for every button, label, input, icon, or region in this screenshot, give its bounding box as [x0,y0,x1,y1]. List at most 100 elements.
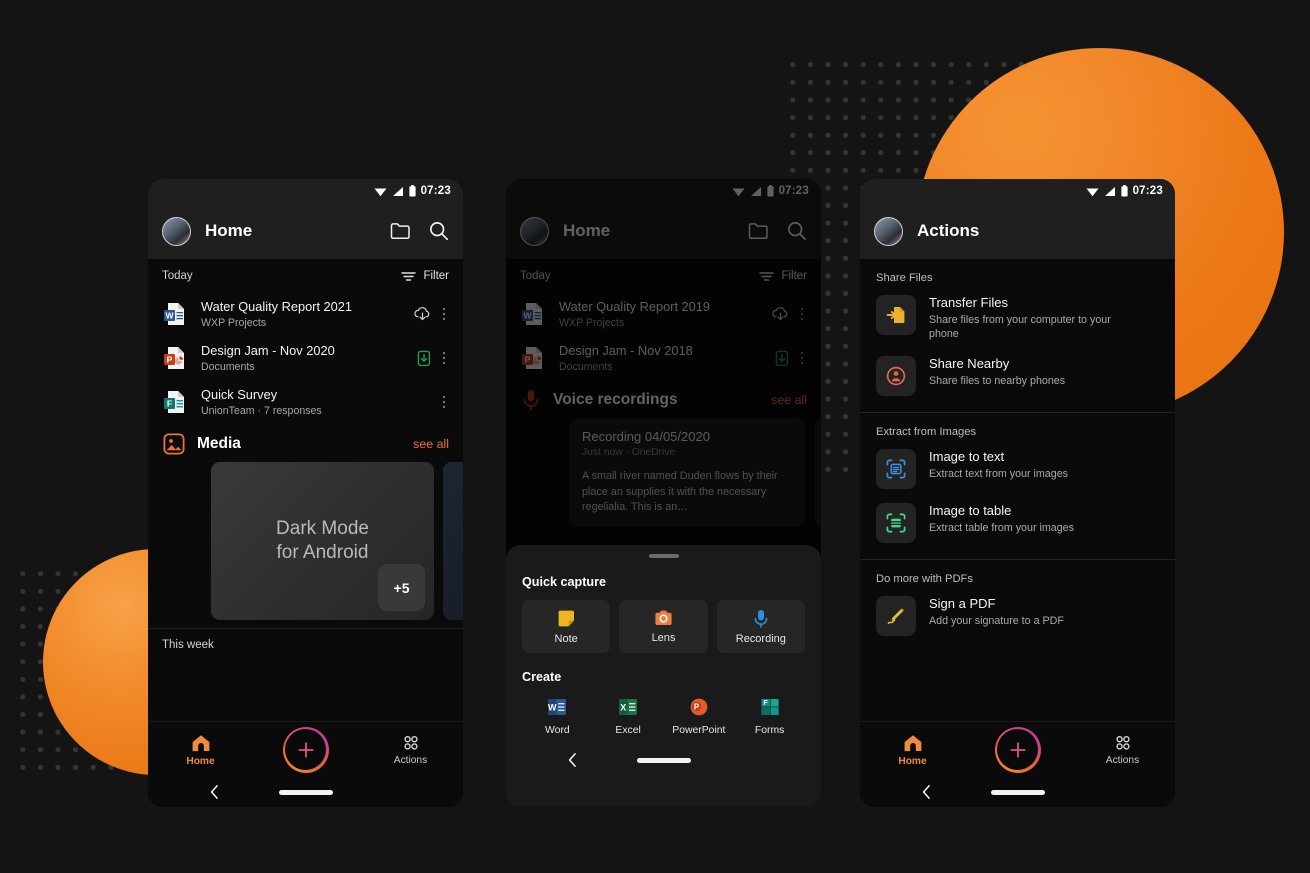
folder-icon[interactable] [748,222,769,240]
wifi-icon [1086,188,1099,196]
action-sign-a-pdf[interactable]: Sign a PDF Add your signature to a PDF [860,589,1175,643]
quick-capture-recording-label: Recording [735,632,786,645]
create-powerpoint-button[interactable]: P PowerPoint [664,695,735,736]
file-subtitle: UnionTeam · 7 responses [201,404,322,417]
nav-tab-home[interactable]: Home [860,733,965,767]
group-label-do-more-with-pdfs: Do more with PDFs [876,572,973,585]
back-chevron-icon[interactable] [568,753,577,768]
file-title: Quick Survey [201,387,278,402]
create-excel-button[interactable]: X Excel [593,695,664,736]
home-icon [904,734,921,751]
more-options-icon[interactable] [795,308,809,320]
media-see-all-link[interactable]: see all [413,437,449,451]
group-label-share-files: Share Files [876,272,933,284]
more-options-icon[interactable] [795,352,809,364]
nav-label-actions: Actions [393,754,428,766]
action-subtitle: Share files to nearby phones [929,374,1066,387]
available-offline-icon[interactable] [774,350,790,367]
phone-home-screen: 07:23 Home Today Filter W Water Quality … [148,179,463,807]
media-tile[interactable]: Dark Mode for Android +5 [211,462,434,620]
file-title: Design Jam - Nov 2018 [559,343,693,358]
nav-tab-home[interactable]: Home [148,733,253,767]
actions-grid-icon [1115,735,1130,750]
camera-lens-icon [655,610,672,625]
avatar[interactable] [874,216,903,246]
action-transfer-files[interactable]: Transfer Files Share files from your com… [860,288,1175,349]
filter-button[interactable]: Filter [759,270,807,282]
voice-carousel[interactable]: Recording 04/05/2020 Just now · OneDrive… [506,418,821,527]
battery-icon [408,185,416,197]
create-fab-button[interactable] [994,726,1041,773]
voice-card[interactable]: Recording 04/05/2020 Just now · OneDrive… [815,418,821,527]
media-tile[interactable] [443,462,463,620]
create-row: W Word X Excel P PowerPoint F Forms [522,695,805,736]
home-pill[interactable] [278,789,333,795]
nav-tab-actions[interactable]: Actions [1070,734,1175,766]
filter-label: Filter [423,270,449,282]
media-overflow-badge[interactable]: +5 [378,564,425,611]
status-bar: 07:23 [506,179,821,203]
back-chevron-icon[interactable] [210,785,219,800]
home-content: Today Filter W Water Quality Report 2021… [148,259,463,807]
nav-tab-actions[interactable]: Actions [358,734,463,766]
available-offline-icon[interactable] [416,350,432,367]
back-chevron-icon[interactable] [922,785,931,800]
list-item[interactable]: P Design Jam - Nov 2018 Documents [506,336,821,380]
file-subtitle: WXP Projects [201,316,267,329]
quick-capture-note-button[interactable]: Note [522,600,611,653]
cloud-download-icon[interactable] [771,306,790,322]
media-image-icon [163,433,185,455]
avatar[interactable] [520,216,549,246]
cloud-download-icon[interactable] [413,306,432,322]
word-file-icon: W [164,303,184,325]
status-time: 07:23 [778,185,809,197]
more-options-icon[interactable] [437,352,451,364]
svg-text:P: P [167,355,173,365]
search-icon[interactable] [429,221,449,241]
action-subtitle: Extract text from your images [929,467,1068,480]
voice-title: Voice recordings [553,391,678,408]
action-title: Image to table [929,502,1012,518]
action-image-to-table[interactable]: Image to table Extract table from your i… [860,496,1175,550]
voice-section-header: Voice recordings see all [506,380,821,418]
more-options-icon[interactable] [437,396,451,408]
avatar[interactable] [162,216,191,246]
filter-icon [401,271,417,281]
create-powerpoint-label: PowerPoint [672,725,726,736]
app-bar: Actions [860,203,1175,259]
list-item[interactable]: F Quick Survey UnionTeam · 7 responses [148,380,463,424]
forms-app-icon: F [761,698,779,715]
microphone-icon [523,390,539,411]
create-fab-button[interactable] [282,726,329,773]
media-carousel[interactable]: Dark Mode for Android +5 [148,462,463,620]
signal-icon [1104,186,1115,196]
section-label: Today [520,270,551,282]
bottom-navigation: Home Actions [860,721,1175,807]
list-item[interactable]: P Design Jam - Nov 2020 Documents [148,336,463,380]
folder-icon[interactable] [390,222,411,240]
more-options-icon[interactable] [437,308,451,320]
powerpoint-file-icon: P [164,347,184,369]
file-subtitle: Documents [201,360,255,373]
voice-see-all-link[interactable]: see all [771,393,807,407]
search-icon[interactable] [787,221,807,241]
quick-capture-lens-button[interactable]: Lens [619,600,708,653]
voice-card[interactable]: Recording 04/05/2020 Just now · OneDrive… [569,418,805,527]
list-item[interactable]: W Water Quality Report 2021 WXP Projects [148,292,463,336]
quick-capture-note-label: Note [554,632,578,645]
image-to-text-icon [876,448,916,489]
sheet-drag-handle[interactable] [648,554,679,558]
home-pill[interactable] [636,757,691,763]
media-caption-line2: for Android [276,542,369,563]
filter-button[interactable]: Filter [401,270,449,282]
home-pill[interactable] [990,789,1045,795]
create-forms-button[interactable]: F Forms [734,695,805,736]
excel-app-icon: X [619,699,638,715]
action-image-to-text[interactable]: Image to text Extract text from your ima… [860,442,1175,496]
actions-grid-icon [403,735,418,750]
create-word-button[interactable]: W Word [522,695,593,736]
voice-card-body: A small river named Duden flows by their… [582,470,778,514]
quick-capture-recording-button[interactable]: Recording [716,600,805,653]
list-item[interactable]: W Water Quality Report 2019 WXP Projects [506,292,821,336]
action-share-nearby[interactable]: Share Nearby Share files to nearby phone… [860,349,1175,403]
